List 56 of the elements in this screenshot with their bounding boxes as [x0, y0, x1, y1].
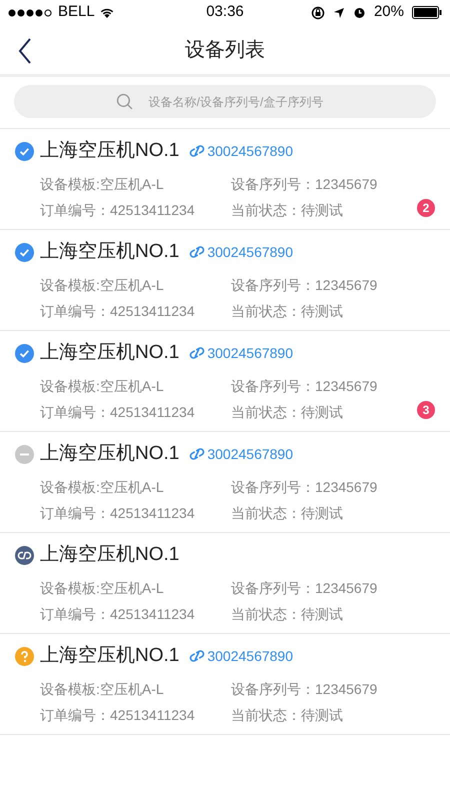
serial-number: 设备序列号：12345679 — [231, 680, 378, 699]
location-icon — [332, 6, 345, 18]
check-circle-icon — [15, 142, 34, 160]
order-number: 订单编号：42513411234 — [40, 403, 195, 422]
serial-number: 设备序列号：12345679 — [231, 175, 378, 194]
serial-number: 设备序列号：12345679 — [231, 478, 378, 497]
alarm-icon — [352, 6, 366, 19]
page-title: 设备列表 — [185, 38, 265, 62]
carrier-name: BELL — [58, 2, 95, 22]
device-template: 设备模板:空压机A-L — [40, 377, 164, 396]
order-number: 订单编号：42513411234 — [40, 201, 195, 220]
search-icon — [116, 93, 133, 110]
link-icon — [189, 650, 206, 662]
device-name[interactable]: 上海空压机NO.1 — [40, 238, 180, 266]
link-icon — [189, 145, 206, 157]
current-status: 当前状态：待测试 — [231, 605, 343, 624]
device-name[interactable]: 上海空压机NO.1 — [40, 136, 180, 166]
current-status: 当前状态：待测试 — [231, 403, 343, 422]
device-name[interactable]: 上海空压机NO.1 — [40, 540, 180, 570]
search-field[interactable]: 设备名称/设备序列号/盒子序列号 — [14, 85, 436, 118]
link-icon — [189, 347, 206, 359]
serial-number: 设备序列号：12345679 — [231, 377, 378, 396]
rotation-lock-icon — [310, 6, 325, 20]
check-circle-icon — [15, 242, 34, 262]
device-template: 设备模板:空压机A-L — [40, 175, 164, 194]
device-template: 设备模板:空压机A-L — [40, 276, 164, 295]
check-circle-icon — [15, 344, 34, 362]
device-name[interactable]: 上海空压机NO.1 — [40, 338, 180, 368]
broken-link-icon — [15, 546, 34, 564]
device-template: 设备模板:空压机A-L — [40, 579, 164, 598]
signal-icon — [8, 8, 54, 16]
current-status: 当前状态：待测试 — [231, 302, 343, 321]
wifi-icon — [98, 6, 115, 18]
battery-icon — [412, 6, 442, 19]
current-status: 当前状态：待测试 — [231, 504, 343, 523]
question-circle-icon — [15, 646, 34, 666]
current-status: 当前状态：待测试 — [231, 706, 343, 725]
link-icon — [189, 246, 206, 258]
serial-number: 设备序列号：12345679 — [231, 579, 378, 598]
device-template: 设备模板:空压机A-L — [40, 680, 164, 699]
minus-circle-icon — [15, 444, 34, 464]
clock-time: 03:36 — [205, 2, 245, 22]
back-icon — [18, 38, 32, 64]
device-name[interactable]: 上海空压机NO.1 — [40, 642, 180, 670]
battery-percent: 20% — [374, 2, 404, 22]
count-badge: 2 — [417, 199, 435, 217]
device-name[interactable]: 上海空压机NO.1 — [40, 440, 180, 468]
order-number: 订单编号：42513411234 — [40, 302, 195, 321]
count-badge: 3 — [417, 401, 435, 419]
order-number: 订单编号：42513411234 — [40, 706, 195, 725]
order-number: 订单编号：42513411234 — [40, 504, 195, 523]
order-number: 订单编号：42513411234 — [40, 605, 195, 624]
link-icon — [189, 448, 206, 460]
current-status: 当前状态：待测试 — [231, 201, 343, 220]
device-template: 设备模板:空压机A-L — [40, 478, 164, 497]
serial-number: 设备序列号：12345679 — [231, 276, 378, 295]
